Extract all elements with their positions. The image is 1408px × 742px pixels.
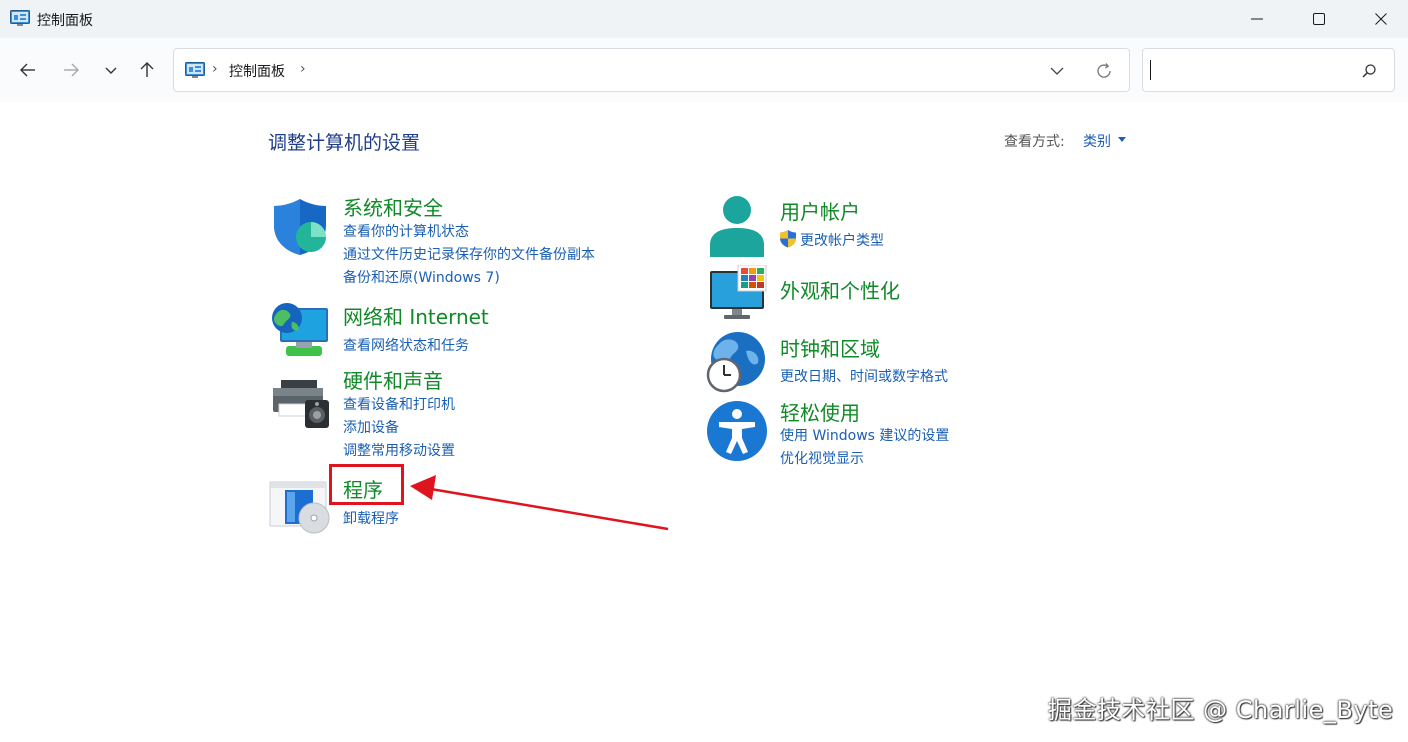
search-input[interactable] <box>1142 48 1395 92</box>
breadcrumb-control-panel[interactable]: 控制面板 <box>229 61 285 81</box>
caret-down-icon[interactable] <box>1118 137 1126 142</box>
arrow-right-icon <box>64 63 79 77</box>
category-title-clock-region[interactable]: 时钟和区域 <box>780 333 880 362</box>
search-icon[interactable] <box>1361 63 1377 79</box>
back-button[interactable] <box>14 56 42 84</box>
control-panel-icon <box>185 62 205 78</box>
maximize-button[interactable] <box>1288 0 1350 38</box>
link-uninstall-program[interactable]: 卸载程序 <box>343 508 399 528</box>
link-devices-printers[interactable]: 查看设备和打印机 <box>343 394 455 414</box>
category-title-system-security[interactable]: 系统和安全 <box>343 192 443 221</box>
view-by-label: 查看方式: <box>1004 134 1065 150</box>
breadcrumb-separator[interactable]: › <box>212 61 218 77</box>
accessibility-icon[interactable] <box>706 400 768 462</box>
clock-globe-icon[interactable] <box>706 331 768 393</box>
category-title-network[interactable]: 网络和 Internet <box>343 301 489 330</box>
minimize-icon <box>1251 18 1263 20</box>
highlight-box <box>329 464 404 505</box>
title-bar: 控制面板 <box>0 0 1408 38</box>
recent-locations-button[interactable] <box>97 56 125 84</box>
forward-button[interactable] <box>57 56 85 84</box>
shield-icon[interactable] <box>271 197 329 257</box>
link-windows-suggested-settings[interactable]: 使用 Windows 建议的设置 <box>780 425 949 445</box>
window-title: 控制面板 <box>37 13 93 29</box>
address-bar[interactable]: › 控制面板 › <box>173 48 1130 92</box>
maximize-icon <box>1313 13 1325 25</box>
arrow-left-icon <box>20 63 35 77</box>
link-change-date-time-format[interactable]: 更改日期、时间或数字格式 <box>780 366 948 386</box>
uac-shield-icon <box>780 230 796 248</box>
network-globe-icon[interactable] <box>270 300 330 360</box>
category-title-appearance[interactable]: 外观和个性化 <box>780 275 900 304</box>
up-button[interactable] <box>133 56 161 84</box>
navigation-bar: › 控制面板 › <box>0 38 1408 102</box>
category-title-ease-of-access[interactable]: 轻松使用 <box>780 397 860 426</box>
link-file-history-backup[interactable]: 通过文件历史记录保存你的文件备份副本 <box>343 244 595 264</box>
link-change-account-type[interactable]: 更改帐户类型 <box>800 230 884 250</box>
red-arrow-annotation <box>410 475 669 531</box>
link-mobility-settings[interactable]: 调整常用移动设置 <box>343 440 455 460</box>
breadcrumb-separator[interactable]: › <box>300 61 306 77</box>
close-icon <box>1375 13 1387 25</box>
view-by-dropdown[interactable]: 类别 <box>1083 131 1111 151</box>
link-network-status[interactable]: 查看网络状态和任务 <box>343 335 469 355</box>
close-button[interactable] <box>1350 0 1408 38</box>
link-backup-restore[interactable]: 备份和还原(Windows 7) <box>343 267 500 287</box>
appearance-monitor-icon[interactable] <box>708 265 768 321</box>
category-title-user-accounts[interactable]: 用户帐户 <box>780 196 860 225</box>
text-caret <box>1150 60 1151 80</box>
link-optimize-visual-display[interactable]: 优化视觉显示 <box>780 448 864 468</box>
category-title-hardware-sound[interactable]: 硬件和声音 <box>343 365 443 394</box>
chevron-down-icon <box>105 67 117 74</box>
page-title: 调整计算机的设置 <box>268 132 421 154</box>
control-panel-icon <box>10 10 30 26</box>
printer-speaker-icon[interactable] <box>271 378 331 430</box>
watermark: 掘金技术社区 @ Charlie_Byte <box>1048 696 1394 724</box>
link-add-device[interactable]: 添加设备 <box>343 417 399 437</box>
programs-disc-icon[interactable] <box>269 478 333 534</box>
refresh-icon[interactable] <box>1094 61 1114 81</box>
user-account-icon[interactable] <box>708 195 766 257</box>
arrow-up-icon <box>140 62 154 77</box>
minimize-button[interactable] <box>1226 0 1288 38</box>
chevron-down-icon[interactable] <box>1048 62 1066 80</box>
link-view-computer-status[interactable]: 查看你的计算机状态 <box>343 221 469 241</box>
